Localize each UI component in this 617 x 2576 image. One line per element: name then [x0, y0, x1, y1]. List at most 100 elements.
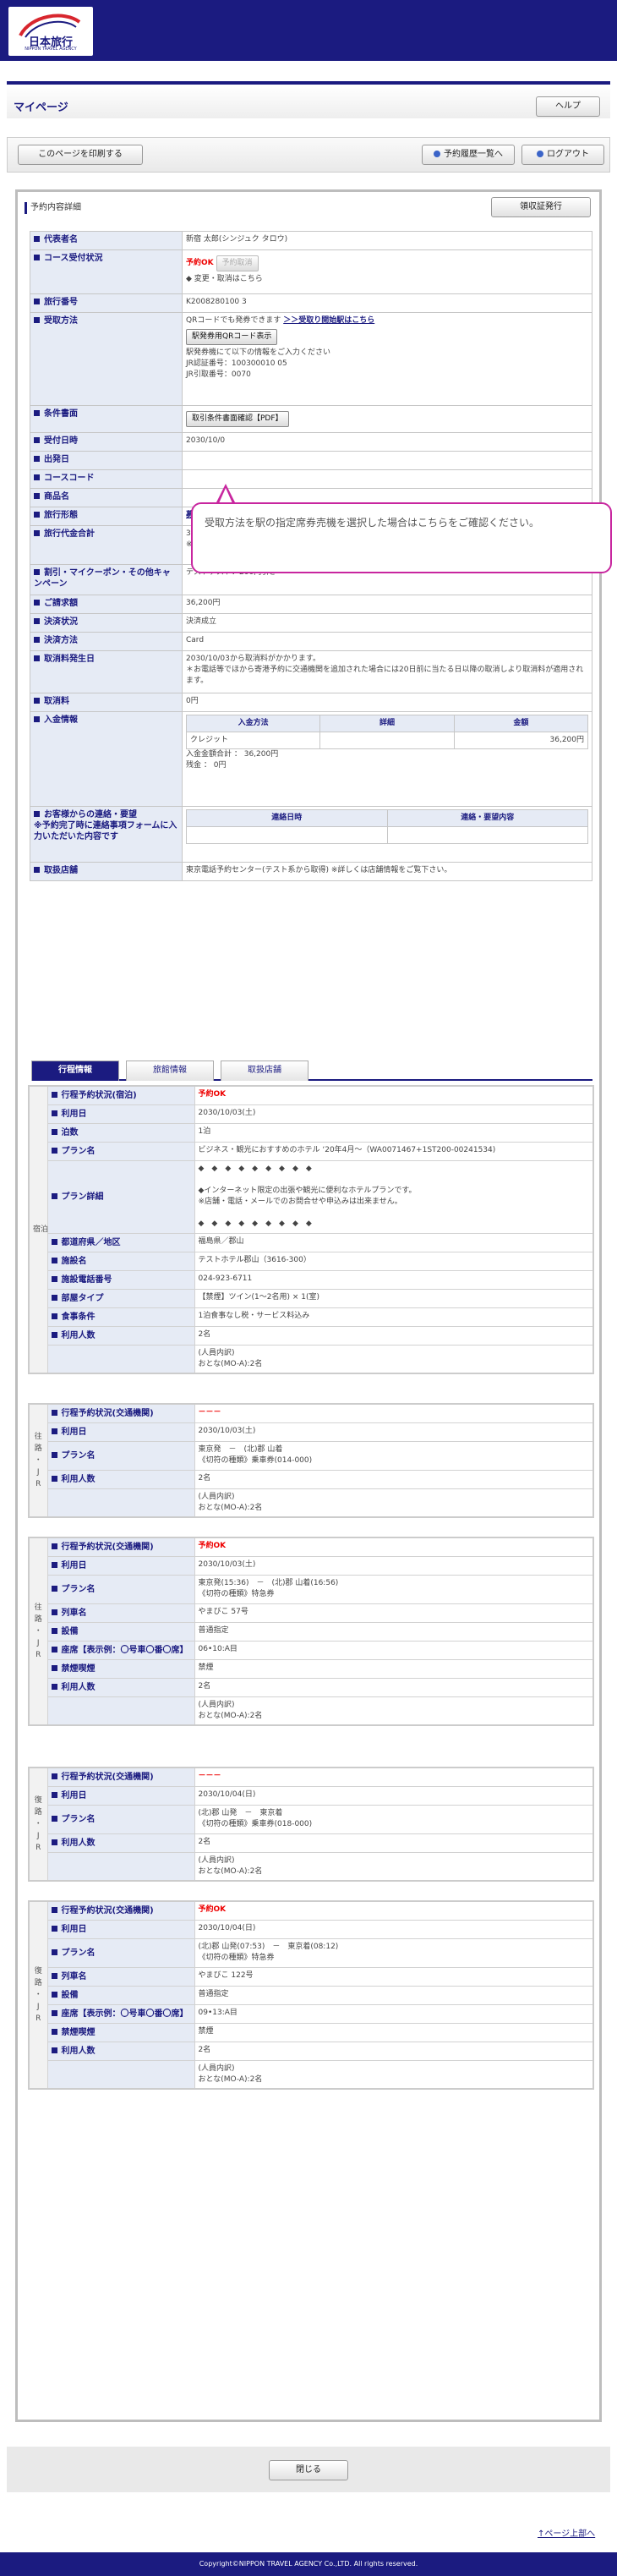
- tab-itinerary[interactable]: 行程情報: [31, 1061, 119, 1081]
- field-label-text: 設備: [61, 1990, 79, 2000]
- payment-balance: 残金 ： 0円: [186, 761, 227, 770]
- field-label: 食事条件: [46, 1307, 195, 1327]
- field-label-text: 利用人数: [61, 1330, 96, 1340]
- square-bullet-icon: [34, 618, 40, 624]
- field-label-text: 利用人数: [61, 1474, 96, 1484]
- square-bullet-icon: [51, 1561, 57, 1568]
- change-cancel-note[interactable]: ◆ 変更・取消はこちら: [186, 274, 588, 285]
- field-value: [182, 469, 592, 489]
- conditions-pdf-button[interactable]: 取引条件書面確認【PDF】: [186, 411, 289, 427]
- field-value: QRコードでも発券できます ＞＞受取り開始駅はこちら 駅発券用QRコード表示 駅発券…: [182, 312, 592, 406]
- field-value: K2008280100 3: [182, 293, 592, 313]
- history-label: 予約履歴一覧へ: [444, 150, 503, 159]
- history-button[interactable]: 予約履歴一覧へ: [422, 145, 515, 165]
- value-text: 06•10:A目: [198, 1644, 238, 1653]
- itinerary-value: 普通指定: [194, 1985, 594, 2005]
- field-label-text: プラン詳細: [61, 1192, 104, 1202]
- value-line: (北)郡 山発 － 東京着: [198, 1808, 283, 1817]
- itinerary-value: 予約OK: [194, 1085, 594, 1105]
- itinerary-row: 施設電話番号 024-923-6711: [29, 1269, 594, 1290]
- square-bullet-icon: [34, 530, 40, 536]
- itinerary-row: 泊数 1泊: [29, 1122, 594, 1143]
- detail-row: 決済方法 Card: [30, 632, 592, 651]
- field-label-text: 部屋タイプ: [61, 1293, 104, 1303]
- value-text: 予約OK: [198, 1542, 227, 1550]
- station-start-link[interactable]: ＞＞受取り開始駅はこちら: [283, 316, 374, 325]
- square-bullet-icon: [34, 456, 40, 462]
- site-logo[interactable]: 日本旅行 NIPPON TRAVEL AGENCY: [8, 7, 93, 56]
- square-bullet-icon: [51, 1451, 57, 1458]
- field-label-text: 座席【表示例：〇号車〇番〇席】: [61, 1645, 188, 1655]
- field-label: プラン名: [46, 1574, 195, 1604]
- square-bullet-icon: [51, 1839, 57, 1845]
- value-line: [199, 1208, 590, 1219]
- itinerary-value: 2名: [194, 1677, 594, 1697]
- itinerary-row: プラン名 東京発 － (北)郡 山着 《切符の種類》乗車券(014-000): [29, 1440, 594, 1471]
- value-text: 決済成立: [186, 617, 217, 626]
- itinerary-row: 列車名 やまびこ 57号: [29, 1603, 594, 1623]
- itinerary-row: 宿泊 行程予約状況(宿泊) 予約OK: [28, 1085, 594, 1374]
- detail-row: 取消料発生日 2030/10/03から取消料がかかります。 ＊お電話等でほから寄港予…: [30, 650, 592, 693]
- itinerary-row: プラン詳細 ◆ ◆ ◆ ◆ ◆ ◆ ◆ ◆ ◆ ◆インターネット限定の出張や観光に…: [29, 1159, 594, 1234]
- field-label-text: 列車名: [61, 1608, 87, 1618]
- itinerary-row: プラン名 東京発(15:36) － (北)郡 山着(16:56) 《切符の種類》特急…: [29, 1574, 594, 1604]
- tab-hotel[interactable]: 旅館情報: [126, 1061, 214, 1081]
- value-line: ◆インターネット限定の出張や観光に便利なホテルプランです。: [198, 1186, 417, 1195]
- itinerary-row: 利用日 2030/10/04(日): [29, 1919, 594, 1939]
- value-line: (北)郡 山発(07:53) － 東京着(08:12): [198, 1942, 339, 1951]
- itinerary-value: 【禁煙】ツイン(1〜2名用) × 1(室): [194, 1288, 594, 1308]
- square-bullet-icon: [34, 299, 40, 304]
- payment-data-cell: 36,200円: [453, 732, 589, 749]
- itinerary-value: やまびこ 122号: [194, 1966, 594, 1987]
- field-value: 新宿 太郎(シンジュク タロウ): [182, 231, 592, 250]
- value-text: 禁煙: [198, 2026, 214, 2036]
- itinerary-category: 往 路 ・ J R: [28, 1537, 48, 1726]
- tab-store[interactable]: 取扱店舗: [221, 1061, 308, 1081]
- payment-header-cell: 金額: [453, 715, 589, 732]
- cancel-reservation-button[interactable]: 予約取消: [216, 255, 259, 271]
- itinerary-value: 2名: [194, 1469, 594, 1489]
- close-button[interactable]: 閉じる: [269, 2460, 348, 2480]
- detail-row: 出発日: [30, 451, 592, 470]
- detail-row: コースコード: [30, 469, 592, 489]
- field-label-text: 利用日: [61, 1427, 87, 1437]
- field-label: 施設名: [46, 1251, 195, 1271]
- field-label: 座席【表示例：〇号車〇番〇席】: [46, 1640, 195, 1660]
- itinerary-value: 2030/10/03(土): [194, 1422, 594, 1442]
- payment-row: 入金情報 入金方法 詳細 金額 クレジット 36,200円 入金金額合計 ： 36,200円…: [30, 711, 592, 807]
- contact-header: 連絡日時 連絡・要望内容: [186, 809, 588, 827]
- field-label: [46, 1344, 195, 1374]
- itinerary-tabs: 行程情報 旅館情報 取扱店舗: [31, 1059, 592, 1081]
- itinerary-value: 禁煙: [194, 2022, 594, 2042]
- qr-code-button[interactable]: 駅発券用QRコード表示: [186, 329, 278, 345]
- itinerary-value: －－－: [194, 1767, 594, 1787]
- field-label-text: 食事条件: [61, 1312, 96, 1322]
- value-text: 0円: [186, 697, 199, 705]
- field-label: 割引・マイクーポン・その他キャンペーン: [30, 564, 183, 595]
- field-label-text: 旅行代金合計: [44, 529, 95, 539]
- itinerary-value: ビジネス・観光におすすめのホテル ‘20年4月〜（WA0071467+1ST20…: [194, 1141, 594, 1161]
- receipt-button[interactable]: 領収証発行: [491, 197, 591, 217]
- square-bullet-icon: [51, 1110, 57, 1116]
- itinerary-value: 2名: [194, 2041, 594, 2061]
- value-text: 2030/10/04(日): [198, 1789, 256, 1799]
- print-page-button[interactable]: このページを印刷する: [18, 145, 143, 165]
- header-bar: 日本旅行 NIPPON TRAVEL AGENCY: [0, 0, 617, 61]
- value-line: 《切符の種類》乗車券(014-000): [198, 1455, 313, 1465]
- field-label-text: 旅行形態: [44, 511, 78, 520]
- field-label: 設備: [46, 1621, 195, 1642]
- square-bullet-icon: [51, 1683, 57, 1690]
- field-label: プラン名: [46, 1141, 195, 1161]
- help-button[interactable]: ヘルプ: [536, 96, 600, 117]
- field-label: 受付日時: [30, 432, 183, 452]
- itinerary-value: 予約OK: [194, 1900, 594, 1921]
- square-bullet-icon: [34, 236, 40, 242]
- value-text: －－－: [198, 1772, 221, 1780]
- page-top-link[interactable]: ↑ページ上部へ: [538, 2526, 595, 2539]
- field-label-text: 列車名: [61, 1971, 87, 1981]
- field-value: 予約OK 予約取消 ◆ 変更・取消はこちら: [182, 249, 592, 294]
- logout-button[interactable]: ログアウト: [521, 145, 604, 165]
- value-text: －－－: [198, 1408, 221, 1417]
- field-label-text: コースコード: [44, 474, 95, 483]
- field-label: 取消料発生日: [30, 650, 183, 693]
